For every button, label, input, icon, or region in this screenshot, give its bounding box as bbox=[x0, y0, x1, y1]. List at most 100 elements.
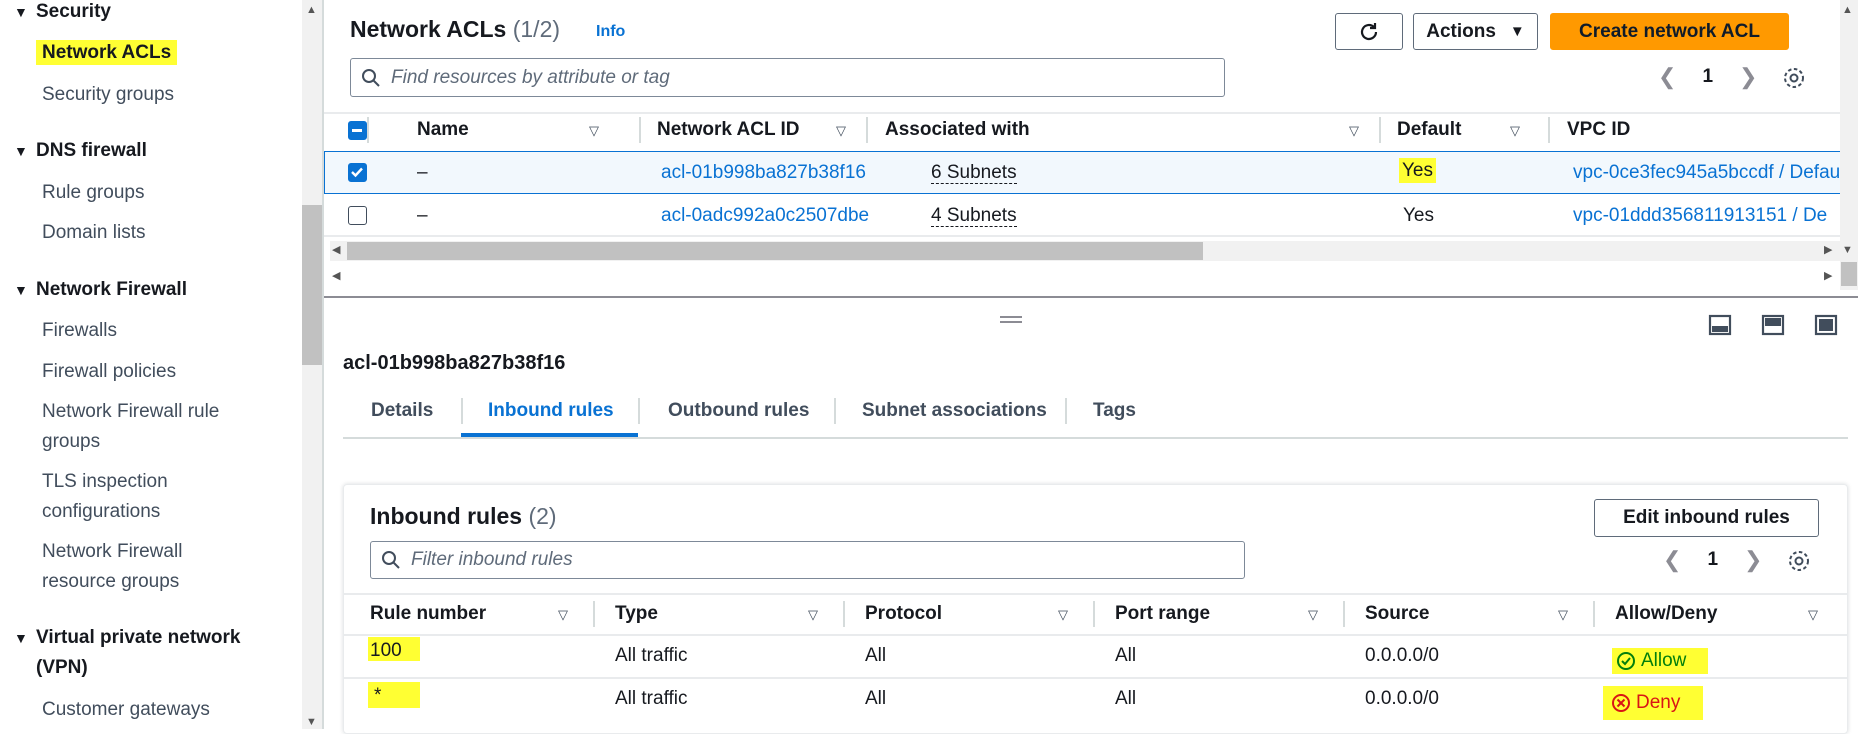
refresh-button[interactable] bbox=[1335, 13, 1403, 50]
tab-inbound-rules[interactable]: Inbound rules bbox=[488, 400, 614, 422]
nav-item-customer-gateways[interactable]: Customer gateways bbox=[42, 695, 210, 725]
sort-icon[interactable]: ▽ bbox=[1308, 607, 1318, 623]
sidebar-scrollbar-thumb[interactable] bbox=[302, 205, 322, 365]
sort-icon[interactable]: ▽ bbox=[1808, 607, 1818, 623]
create-network-acl-button[interactable]: Create network ACL bbox=[1550, 13, 1789, 50]
nav-item-domain-lists[interactable]: Domain lists bbox=[42, 218, 145, 248]
column-header-associated[interactable]: Associated with bbox=[885, 119, 1030, 141]
nav-section-vpn[interactable]: ▼ Virtual private network (VPN) bbox=[14, 623, 241, 683]
chevron-left-icon[interactable]: ❮ bbox=[1658, 64, 1676, 90]
column-header-allow-deny[interactable]: Allow/Deny bbox=[1615, 603, 1717, 625]
split-bottom-icon[interactable] bbox=[1708, 314, 1732, 336]
sort-icon[interactable]: ▽ bbox=[1510, 123, 1520, 139]
edit-inbound-rules-button[interactable]: Edit inbound rules bbox=[1594, 499, 1819, 537]
sort-icon[interactable]: ▽ bbox=[1558, 607, 1568, 623]
nav-item-tls-inspection[interactable]: TLS inspection configurations bbox=[42, 467, 168, 527]
side-navigation: ▼ Security Network ACLs Security groups ▼… bbox=[0, 0, 302, 729]
rule-type: All traffic bbox=[615, 645, 688, 666]
column-header-name[interactable]: Name bbox=[417, 119, 469, 141]
sort-icon[interactable]: ▽ bbox=[836, 123, 846, 139]
column-header-acl-id[interactable]: Network ACL ID bbox=[657, 119, 800, 141]
actions-dropdown[interactable]: Actions ▼ bbox=[1413, 13, 1538, 50]
caret-down-icon: ▼ bbox=[1509, 23, 1525, 40]
column-header-default[interactable]: Default bbox=[1397, 119, 1461, 141]
page-number[interactable]: 1 bbox=[1702, 66, 1713, 88]
chevron-right-icon[interactable]: ❯ bbox=[1739, 64, 1757, 90]
sort-icon[interactable]: ▽ bbox=[1058, 607, 1068, 623]
nav-section-dns-firewall[interactable]: ▼ DNS firewall bbox=[14, 136, 147, 166]
sort-icon[interactable]: ▽ bbox=[558, 607, 568, 623]
column-header-type[interactable]: Type bbox=[615, 603, 658, 625]
row-checkbox[interactable] bbox=[348, 163, 367, 182]
column-header-vpc-id[interactable]: VPC ID bbox=[1567, 119, 1630, 141]
chevron-left-icon[interactable]: ❮ bbox=[1663, 547, 1681, 573]
select-all-checkbox[interactable] bbox=[348, 121, 367, 140]
search-input[interactable]: Find resources by attribute or tag bbox=[350, 58, 1225, 97]
page-number[interactable]: 1 bbox=[1707, 549, 1718, 571]
rule-type: All traffic bbox=[615, 688, 688, 709]
acl-name: – bbox=[417, 205, 428, 226]
gear-icon[interactable] bbox=[1782, 66, 1806, 90]
split-side-icon[interactable] bbox=[1761, 314, 1785, 336]
deny-status: Deny bbox=[1603, 686, 1703, 720]
filter-inbound-rules-input[interactable]: Filter inbound rules bbox=[370, 541, 1245, 579]
column-header-port-range[interactable]: Port range bbox=[1115, 603, 1210, 625]
nav-item-firewalls[interactable]: Firewalls bbox=[42, 316, 117, 346]
tab-outbound-rules[interactable]: Outbound rules bbox=[668, 400, 809, 422]
scroll-right-icon[interactable]: ▶ bbox=[1824, 269, 1832, 282]
scroll-right-icon[interactable]: ▶ bbox=[1824, 243, 1832, 256]
tab-tags[interactable]: Tags bbox=[1093, 400, 1136, 422]
nav-section-network-firewall[interactable]: ▼ Network Firewall bbox=[14, 275, 187, 305]
detail-acl-id: acl-01b998ba827b38f16 bbox=[343, 352, 566, 374]
associated-subnets[interactable]: 4 Subnets bbox=[931, 205, 1017, 227]
acl-id-link[interactable]: acl-01b998ba827b38f16 bbox=[661, 162, 866, 184]
nav-item-network-acls[interactable]: Network ACLs bbox=[36, 38, 178, 68]
default-value: Yes bbox=[1403, 205, 1434, 226]
info-link[interactable]: Info bbox=[596, 23, 625, 41]
chevron-right-icon[interactable]: ❯ bbox=[1744, 547, 1762, 573]
column-divider bbox=[1093, 601, 1095, 627]
column-header-source[interactable]: Source bbox=[1365, 603, 1429, 625]
rule-protocol: All bbox=[865, 645, 887, 666]
vertical-scrollbar-thumb[interactable] bbox=[1841, 262, 1857, 286]
horizontal-scrollbar-thumb[interactable] bbox=[347, 242, 1203, 260]
rule-protocol: All bbox=[865, 688, 887, 709]
rule-source: 0.0.0.0/0 bbox=[1365, 688, 1439, 709]
caret-down-icon: ▼ bbox=[14, 630, 28, 646]
split-panel-border bbox=[324, 296, 1858, 298]
column-divider bbox=[593, 601, 595, 627]
tab-details[interactable]: Details bbox=[371, 400, 433, 422]
vpc-id-link[interactable]: vpc-01ddd356811913151 / De bbox=[1573, 205, 1827, 227]
nav-item-firewall-resource-groups[interactable]: Network Firewall resource groups bbox=[42, 537, 182, 597]
associated-subnets[interactable]: 6 Subnets bbox=[931, 162, 1017, 184]
refresh-icon bbox=[1360, 22, 1378, 40]
drag-handle-icon[interactable] bbox=[1000, 316, 1022, 323]
column-header-rule-number[interactable]: Rule number bbox=[370, 603, 486, 625]
nav-item-network-firewall-rule-groups[interactable]: Network Firewall rule groups bbox=[42, 397, 219, 457]
scroll-up-icon[interactable]: ▲ bbox=[306, 4, 317, 16]
column-divider bbox=[1379, 117, 1381, 143]
nav-section-security[interactable]: ▼ Security bbox=[14, 0, 111, 27]
scroll-left-icon[interactable]: ◀ bbox=[332, 269, 340, 282]
rule-port-range: All bbox=[1115, 688, 1137, 709]
sort-icon[interactable]: ▽ bbox=[589, 123, 599, 139]
scroll-left-icon[interactable]: ◀ bbox=[332, 243, 340, 256]
nav-item-security-groups[interactable]: Security groups bbox=[42, 80, 174, 110]
table-divider bbox=[344, 593, 1847, 595]
row-checkbox[interactable] bbox=[348, 206, 367, 225]
column-divider bbox=[639, 117, 641, 143]
sort-icon[interactable]: ▽ bbox=[1349, 123, 1359, 139]
scroll-down-icon[interactable]: ▼ bbox=[1842, 244, 1853, 256]
acl-id-link[interactable]: acl-0adc992a0c2507dbe bbox=[661, 205, 869, 227]
split-full-icon[interactable] bbox=[1814, 314, 1838, 336]
row-divider bbox=[344, 634, 1847, 636]
gear-icon[interactable] bbox=[1787, 549, 1811, 573]
scroll-up-icon[interactable]: ▲ bbox=[1842, 4, 1853, 16]
scroll-down-icon[interactable]: ▼ bbox=[306, 716, 317, 728]
tab-subnet-associations[interactable]: Subnet associations bbox=[862, 400, 1047, 422]
sort-icon[interactable]: ▽ bbox=[808, 607, 818, 623]
vpc-id-link[interactable]: vpc-0ce3fec945a5bccdf / Defau bbox=[1573, 162, 1840, 184]
nav-item-rule-groups[interactable]: Rule groups bbox=[42, 178, 144, 208]
column-header-protocol[interactable]: Protocol bbox=[865, 603, 942, 625]
nav-item-firewall-policies[interactable]: Firewall policies bbox=[42, 357, 176, 387]
